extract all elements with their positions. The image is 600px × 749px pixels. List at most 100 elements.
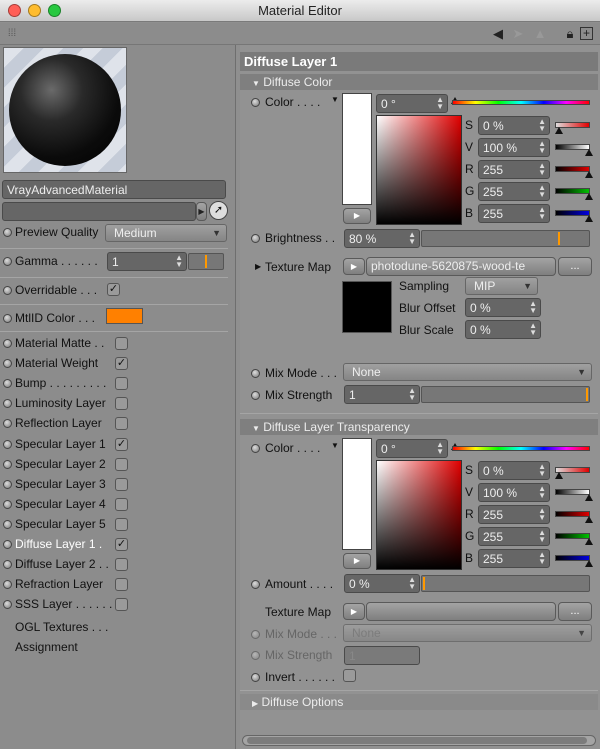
channel-anim-dot[interactable] (3, 540, 12, 549)
transparency-hue-input[interactable]: 0 ° ▲ ▼ (376, 439, 448, 458)
stepper-icon[interactable]: ▲ ▼ (529, 322, 537, 337)
mix-strength-input[interactable]: 1 ▲ ▼ (344, 385, 420, 404)
channel-label[interactable]: Refraction Layer (15, 577, 103, 591)
preview-quality-anim-dot[interactable] (3, 228, 12, 237)
brightness-input[interactable]: 80 % ▲ ▼ (344, 229, 420, 248)
stepper-icon[interactable]: ▲ ▼ (529, 300, 537, 315)
channel-anim-dot[interactable] (3, 419, 12, 429)
stepper-icon[interactable]: ▲ ▼ (408, 387, 416, 402)
texture-map-expand-icon[interactable]: ▶ (255, 262, 261, 271)
transparency-hue-slider[interactable] (452, 446, 590, 451)
r-channel-input[interactable]: 255 ▲ ▼ (478, 505, 550, 524)
channel-checkbox[interactable] (115, 337, 128, 350)
s-channel-marker[interactable] (555, 127, 563, 134)
stepper-icon[interactable]: ▲ ▼ (538, 184, 546, 199)
stepper-icon[interactable]: ▲ ▼ (538, 551, 546, 566)
stepper-icon[interactable]: ▲ ▼ (538, 162, 546, 177)
channel-label[interactable]: Material Matte . . (15, 336, 104, 350)
channel-anim-dot[interactable] (3, 439, 12, 449)
assignment-label[interactable]: Assignment (15, 640, 78, 654)
channel-anim-dot[interactable] (3, 519, 12, 529)
material-name-field[interactable]: VrayAdvancedMaterial (2, 180, 226, 199)
stepper-icon[interactable]: ▲ ▼ (538, 507, 546, 522)
texture-browse-button[interactable]: ... (558, 257, 592, 276)
overridable-checkbox[interactable]: ✓ (107, 283, 120, 296)
channel-checkbox[interactable] (115, 578, 128, 592)
s-channel-input[interactable]: 0 % ▲ ▼ (478, 116, 550, 135)
channel-label[interactable]: Specular Layer 3 (15, 477, 106, 491)
channel-anim-dot[interactable] (3, 339, 12, 348)
mtlid-color-swatch[interactable] (106, 308, 143, 324)
b-channel-input[interactable]: 255 ▲ ▼ (478, 549, 550, 568)
channel-label[interactable]: Specular Layer 2 (15, 457, 106, 471)
forward-arrow-icon[interactable]: ➤ (510, 26, 526, 42)
diffuse-color-section-header[interactable]: ▼ Diffuse Color (240, 74, 598, 90)
brightness-anim-dot[interactable] (251, 234, 260, 243)
channel-label[interactable]: Diffuse Layer 1 . (15, 537, 102, 551)
stepper-icon[interactable]: ▲ ▼ (408, 576, 416, 591)
channel-label[interactable]: Luminosity Layer (15, 396, 106, 410)
stepper-icon[interactable]: ▲ ▼ (436, 441, 444, 456)
amount-anim-dot[interactable] (251, 580, 260, 589)
v-channel-input[interactable]: 100 % ▲ ▼ (478, 138, 550, 157)
channel-checkbox[interactable] (115, 598, 128, 612)
stepper-icon[interactable]: ▲ ▼ (538, 529, 546, 544)
stepper-icon[interactable]: ▲ ▼ (538, 485, 546, 500)
channel-checkbox[interactable] (115, 477, 128, 491)
channel-checkbox[interactable] (115, 377, 128, 391)
gamma-input[interactable]: 1 ▲ ▼ (107, 252, 187, 271)
channel-label[interactable]: Diffuse Layer 2 . . (15, 557, 109, 571)
preview-quality-dropdown[interactable]: Medium ▼ (105, 224, 227, 242)
back-arrow-icon[interactable]: ◀ (490, 26, 506, 42)
ogl-textures-label[interactable]: OGL Textures . . . (15, 620, 108, 634)
stepper-icon[interactable]: ▲ ▼ (175, 254, 183, 269)
mtlid-anim-dot[interactable] (3, 314, 12, 323)
color-preview-swatch[interactable] (342, 93, 372, 205)
channel-label[interactable]: Bump . . . . . . . . . (15, 376, 106, 390)
close-window-button[interactable] (8, 4, 21, 17)
stepper-icon[interactable]: ▲ ▼ (538, 463, 546, 478)
channel-label[interactable]: Specular Layer 4 (15, 497, 106, 511)
v-channel-input[interactable]: 100 % ▲ ▼ (478, 483, 550, 502)
mix-strength-slider[interactable] (421, 386, 590, 403)
channel-anim-dot[interactable] (3, 359, 12, 369)
gamma-anim-dot[interactable] (3, 257, 12, 266)
texture-file-button[interactable]: photodune-5620875-wood-te (366, 257, 556, 276)
new-window-icon[interactable]: + (580, 27, 593, 40)
channel-anim-dot[interactable] (3, 600, 12, 610)
channel-anim-dot[interactable] (3, 379, 12, 389)
blur-offset-input[interactable]: 0 % ▲ ▼ (465, 298, 541, 317)
channel-anim-dot[interactable] (3, 479, 12, 489)
color-menu-arrow-icon[interactable]: ▼ (331, 95, 339, 104)
b-channel-marker[interactable] (585, 215, 593, 222)
channel-anim-dot[interactable] (3, 399, 12, 409)
link-arrow-button[interactable]: ▶ (196, 202, 207, 221)
g-channel-marker[interactable] (585, 193, 593, 200)
color-menu-arrow-icon[interactable]: ▼ (331, 441, 339, 450)
v-channel-marker[interactable] (585, 494, 593, 501)
scrollbar-thumb[interactable] (247, 737, 587, 744)
material-link-field[interactable] (2, 202, 196, 221)
g-channel-input[interactable]: 255 ▲ ▼ (478, 182, 550, 201)
transparency-texture-file-button[interactable] (366, 602, 556, 621)
r-channel-input[interactable]: 255 ▲ ▼ (478, 160, 550, 179)
color-picker-toggle[interactable]: ▶ (343, 208, 371, 224)
channel-checkbox[interactable] (115, 558, 128, 572)
channel-anim-dot[interactable] (3, 560, 12, 570)
transparency-section-header[interactable]: ▼ Diffuse Layer Transparency (240, 419, 598, 435)
transparency-sv-field[interactable] (376, 460, 462, 570)
blur-scale-input[interactable]: 0 % ▲ ▼ (465, 320, 541, 339)
stepper-icon[interactable]: ▲ ▼ (538, 140, 546, 155)
sampling-dropdown[interactable]: MIP ▼ (465, 277, 538, 295)
channel-checkbox[interactable] (115, 397, 128, 411)
grip-icon[interactable]: ⁞⁞⁞ (4, 26, 20, 42)
amount-input[interactable]: 0 % ▲ ▼ (344, 574, 420, 593)
r-channel-marker[interactable] (585, 171, 593, 178)
invert-anim-dot[interactable] (251, 673, 260, 682)
transparency-picker-toggle[interactable]: ▶ (343, 553, 371, 569)
r-channel-marker[interactable] (585, 516, 593, 523)
channel-checkbox[interactable] (115, 417, 128, 431)
hue-slider[interactable] (452, 100, 590, 105)
horizontal-scrollbar[interactable] (242, 735, 596, 746)
channel-checkbox[interactable] (115, 497, 128, 511)
